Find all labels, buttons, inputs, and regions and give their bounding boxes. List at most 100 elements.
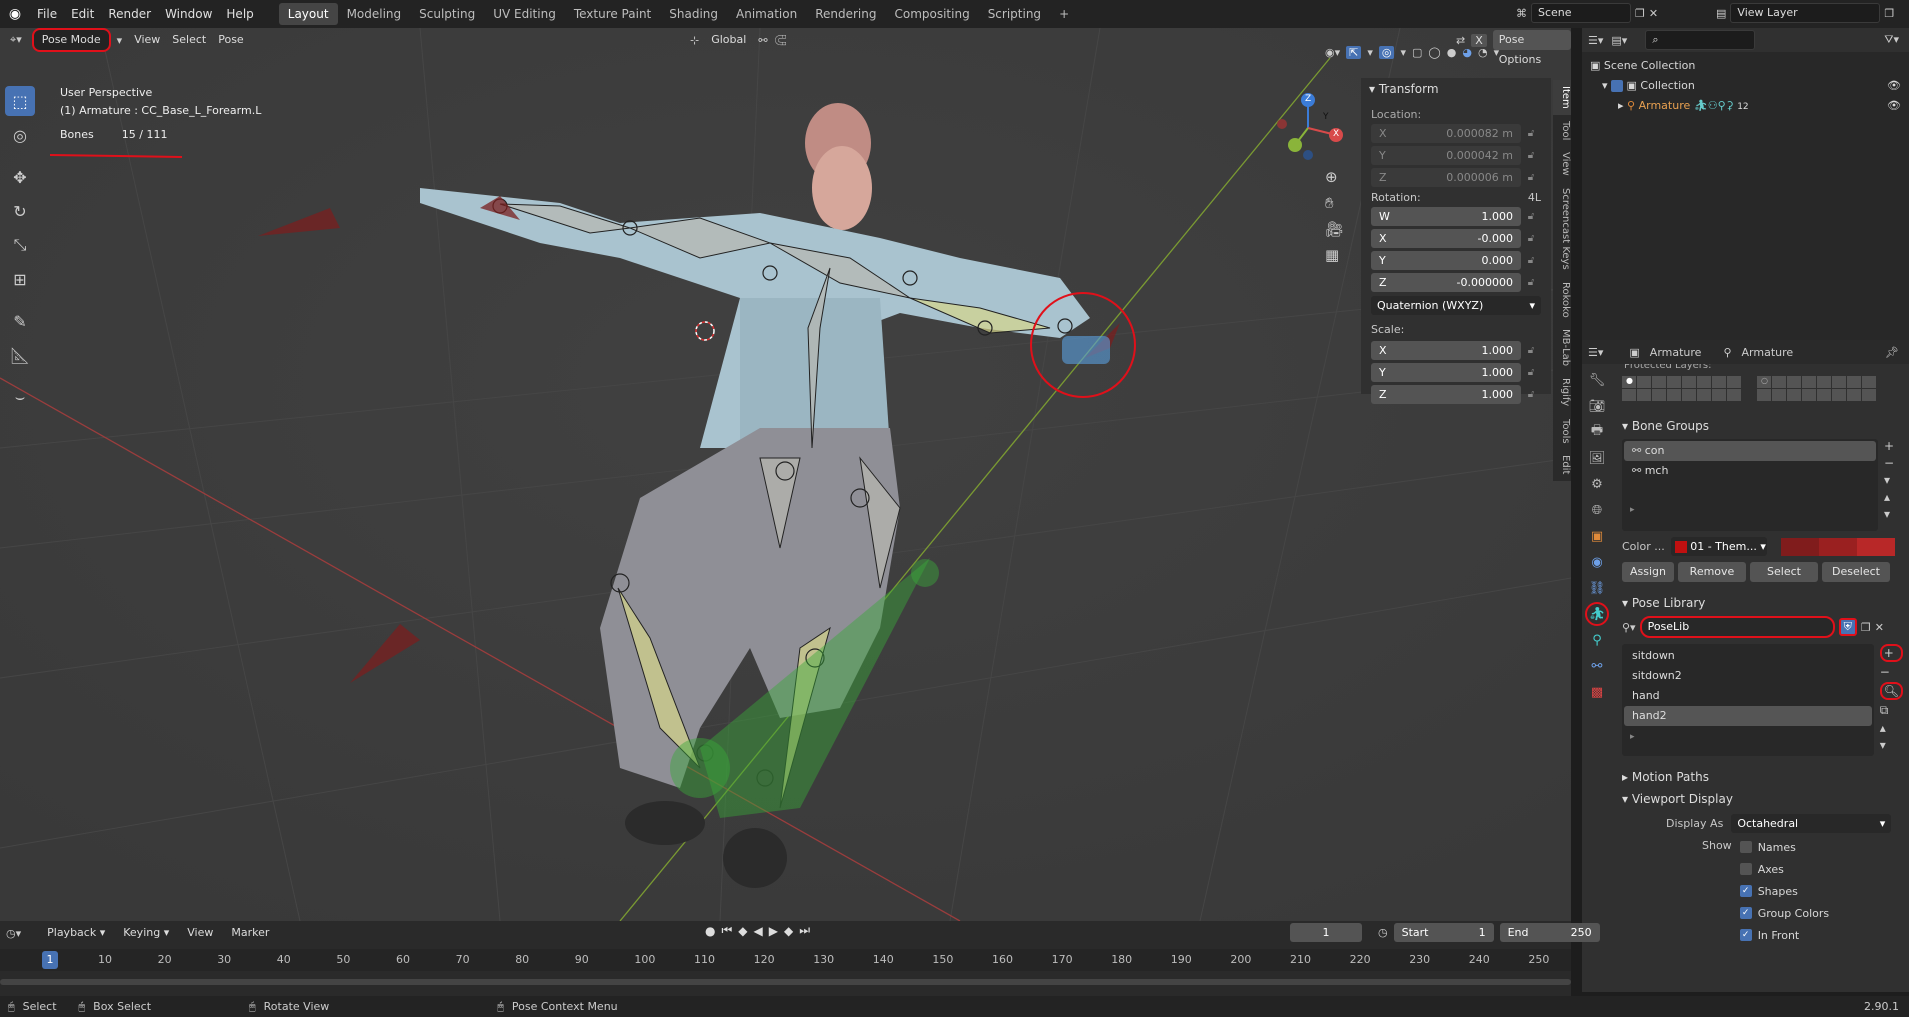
output-tab-icon[interactable]: 🖶︎ (1585, 420, 1609, 444)
menu-render[interactable]: Render (101, 3, 158, 25)
duplicate-icon[interactable]: ❐ (1861, 621, 1871, 634)
outliner-search-input[interactable]: ⌕ (1645, 30, 1756, 50)
start-frame-field[interactable]: Start 1 (1393, 923, 1494, 942)
rotation-w-field[interactable]: W 1.000 (1371, 207, 1521, 226)
copy-icon[interactable]: ❐ (1884, 7, 1894, 20)
layer-toggle[interactable] (1667, 389, 1681, 401)
cursor-tool-icon[interactable]: ◎ (5, 120, 35, 150)
tab-uv-editing[interactable]: UV Editing (484, 3, 565, 25)
camera-icon[interactable]: 🎥︎ (1325, 220, 1344, 238)
layer-toggle[interactable] (1682, 376, 1696, 388)
location-y-field[interactable]: Y 0.000042 m (1371, 146, 1521, 165)
annotate-tool-icon[interactable]: ✎ (5, 306, 35, 336)
pose-options-dropdown[interactable]: Pose Options (1492, 30, 1571, 66)
layer-toggle[interactable] (1757, 389, 1771, 401)
layer-toggle[interactable] (1862, 389, 1876, 401)
outliner-armature[interactable]: ▸ ⚲ Armature ⛹︎⚇⚲⚳ 12 👁︎ (1590, 96, 1901, 117)
sidebar-tab-rokoko[interactable]: Rokoko (1553, 276, 1571, 324)
layer-toggle[interactable] (1832, 389, 1846, 401)
layer-toggle[interactable] (1802, 389, 1816, 401)
wireframe-shading-icon[interactable]: ◯ (1428, 46, 1440, 59)
constraints-tab-icon[interactable]: ⛓︎ (1585, 576, 1609, 600)
rotate-tool-icon[interactable]: ↻ (5, 196, 35, 226)
move-up-icon[interactable]: ▴ (1880, 721, 1903, 735)
chevron-down-icon[interactable]: ▾ (1884, 473, 1894, 487)
layer-toggle[interactable] (1622, 389, 1636, 401)
navigation-gizmo[interactable]: Z Y X (1270, 90, 1346, 166)
scale-tool-icon[interactable]: ⤡ (5, 230, 35, 260)
bone-tab-icon[interactable]: ⚲ (1585, 628, 1609, 652)
sidebar-tab-view[interactable]: View (1553, 146, 1571, 182)
rendered-shading-icon[interactable]: ◔ (1478, 46, 1488, 59)
tab-animation[interactable]: Animation (727, 3, 806, 25)
chevron-down-icon[interactable]: ▾ (1400, 46, 1406, 59)
rotation-z-field[interactable]: Z -0.000000 (1371, 273, 1521, 292)
bone-roll-tool-icon[interactable]: ⌣ (5, 382, 35, 412)
protected-layers-grid[interactable]: ● ○ (1616, 372, 1909, 405)
visibility-icon[interactable]: ◉▾ (1325, 46, 1340, 59)
show-in-front-option[interactable]: ✓ In Front (1739, 927, 1829, 943)
pan-hand-icon[interactable]: ✋︎ (1325, 194, 1344, 212)
render-tab-icon[interactable]: 📷︎ (1585, 394, 1609, 418)
prev-keyframe-icon[interactable]: ◆ (738, 924, 747, 938)
layer-toggle[interactable] (1637, 389, 1651, 401)
location-z-field[interactable]: Z 0.000006 m (1371, 168, 1521, 187)
tab-scripting[interactable]: Scripting (979, 3, 1050, 25)
motion-paths-header[interactable]: ▸ Motion Paths (1616, 766, 1909, 788)
list-item[interactable]: ⚯ con (1624, 441, 1876, 461)
move-down-icon[interactable]: ▾ (1880, 738, 1903, 752)
outliner-editor-icon[interactable]: ☰▾ (1588, 34, 1603, 47)
orientation-dropdown[interactable]: Global (705, 30, 752, 50)
outliner-collection[interactable]: ▾ ▣ Collection 👁︎ (1590, 76, 1901, 96)
lock-icon[interactable]: 🔓︎ (1521, 233, 1541, 244)
list-item[interactable]: sitdown2 (1624, 666, 1872, 686)
select-box-tool-icon[interactable]: ⬚ (5, 86, 35, 116)
fake-user-shield-icon[interactable]: ⛨ (1838, 618, 1857, 636)
tool-tab-icon[interactable]: 🔧︎ (1585, 368, 1609, 392)
layer-toggle[interactable] (1637, 376, 1651, 388)
assign-button[interactable]: Assign (1622, 562, 1674, 582)
tab-modeling[interactable]: Modeling (338, 3, 411, 25)
scene-tab-icon[interactable]: ⚙ (1585, 472, 1609, 496)
remove-pose-icon[interactable]: − (1880, 665, 1903, 679)
gizmo-icon[interactable]: ⇱ (1346, 46, 1362, 59)
snap-icon[interactable]: 🧲︎ (774, 34, 788, 47)
layer-toggle[interactable] (1772, 389, 1786, 401)
move-tool-icon[interactable]: ✥ (5, 162, 35, 192)
measure-tool-icon[interactable]: 📐︎ (5, 340, 35, 370)
menu-file[interactable]: File (30, 3, 64, 25)
sidebar-tab-screencast-keys[interactable]: Screencast Keys (1553, 182, 1571, 276)
layer-toggle[interactable] (1787, 389, 1801, 401)
3d-viewport[interactable]: ⌖▾ Pose Mode ▾ View Select Pose ⊹ Global… (0, 28, 1571, 921)
list-item[interactable]: hand2 (1624, 706, 1872, 726)
layer-toggle[interactable] (1802, 376, 1816, 388)
lock-icon[interactable]: 🔓︎ (1521, 255, 1541, 266)
menu-pose[interactable]: Pose (212, 30, 249, 50)
unlink-icon[interactable]: ✕ (1875, 621, 1884, 634)
layer-toggle[interactable] (1712, 376, 1726, 388)
tab-texture-paint[interactable]: Texture Paint (565, 3, 660, 25)
tab-layout[interactable]: Layout (278, 3, 338, 25)
layer-toggle[interactable] (1817, 376, 1831, 388)
editor-type-icon[interactable]: ⌖▾ (4, 30, 28, 50)
rotation-mode-dropdown[interactable]: Quaternion (WXYZ) ▾ (1371, 296, 1541, 315)
layer-toggle[interactable] (1727, 376, 1741, 388)
location-x-field[interactable]: X 0.000082 m (1371, 124, 1521, 143)
bone-constraints-tab-icon[interactable]: ⚯ (1585, 654, 1609, 678)
lock-icon[interactable]: 🔓︎ (1521, 389, 1541, 400)
sidebar-tab-edit[interactable]: Edit (1553, 449, 1571, 480)
texture-tab-icon[interactable]: ▩ (1585, 680, 1609, 704)
layer-toggle[interactable] (1652, 376, 1666, 388)
remove-icon[interactable]: − (1884, 456, 1894, 470)
solid-shading-icon[interactable]: ● (1447, 46, 1457, 59)
jump-start-icon[interactable]: ⏮ (721, 923, 732, 938)
show-axes-option[interactable]: Axes (1739, 861, 1829, 877)
grid-icon[interactable]: ▦ (1325, 246, 1344, 264)
sanitize-icon[interactable]: ⧉ (1880, 703, 1903, 718)
play-icon[interactable]: ▶ (769, 924, 778, 938)
select-button[interactable]: Select (1750, 562, 1818, 582)
timeline-ruler[interactable]: 1 10 20 30 40 50 60 70 80 90 100 110 120 130 140 150 16… (0, 949, 1571, 971)
viewport-display-header[interactable]: ▾ Viewport Display (1616, 788, 1909, 810)
layer-toggle[interactable] (1847, 376, 1861, 388)
color-swatches[interactable] (1780, 537, 1895, 556)
